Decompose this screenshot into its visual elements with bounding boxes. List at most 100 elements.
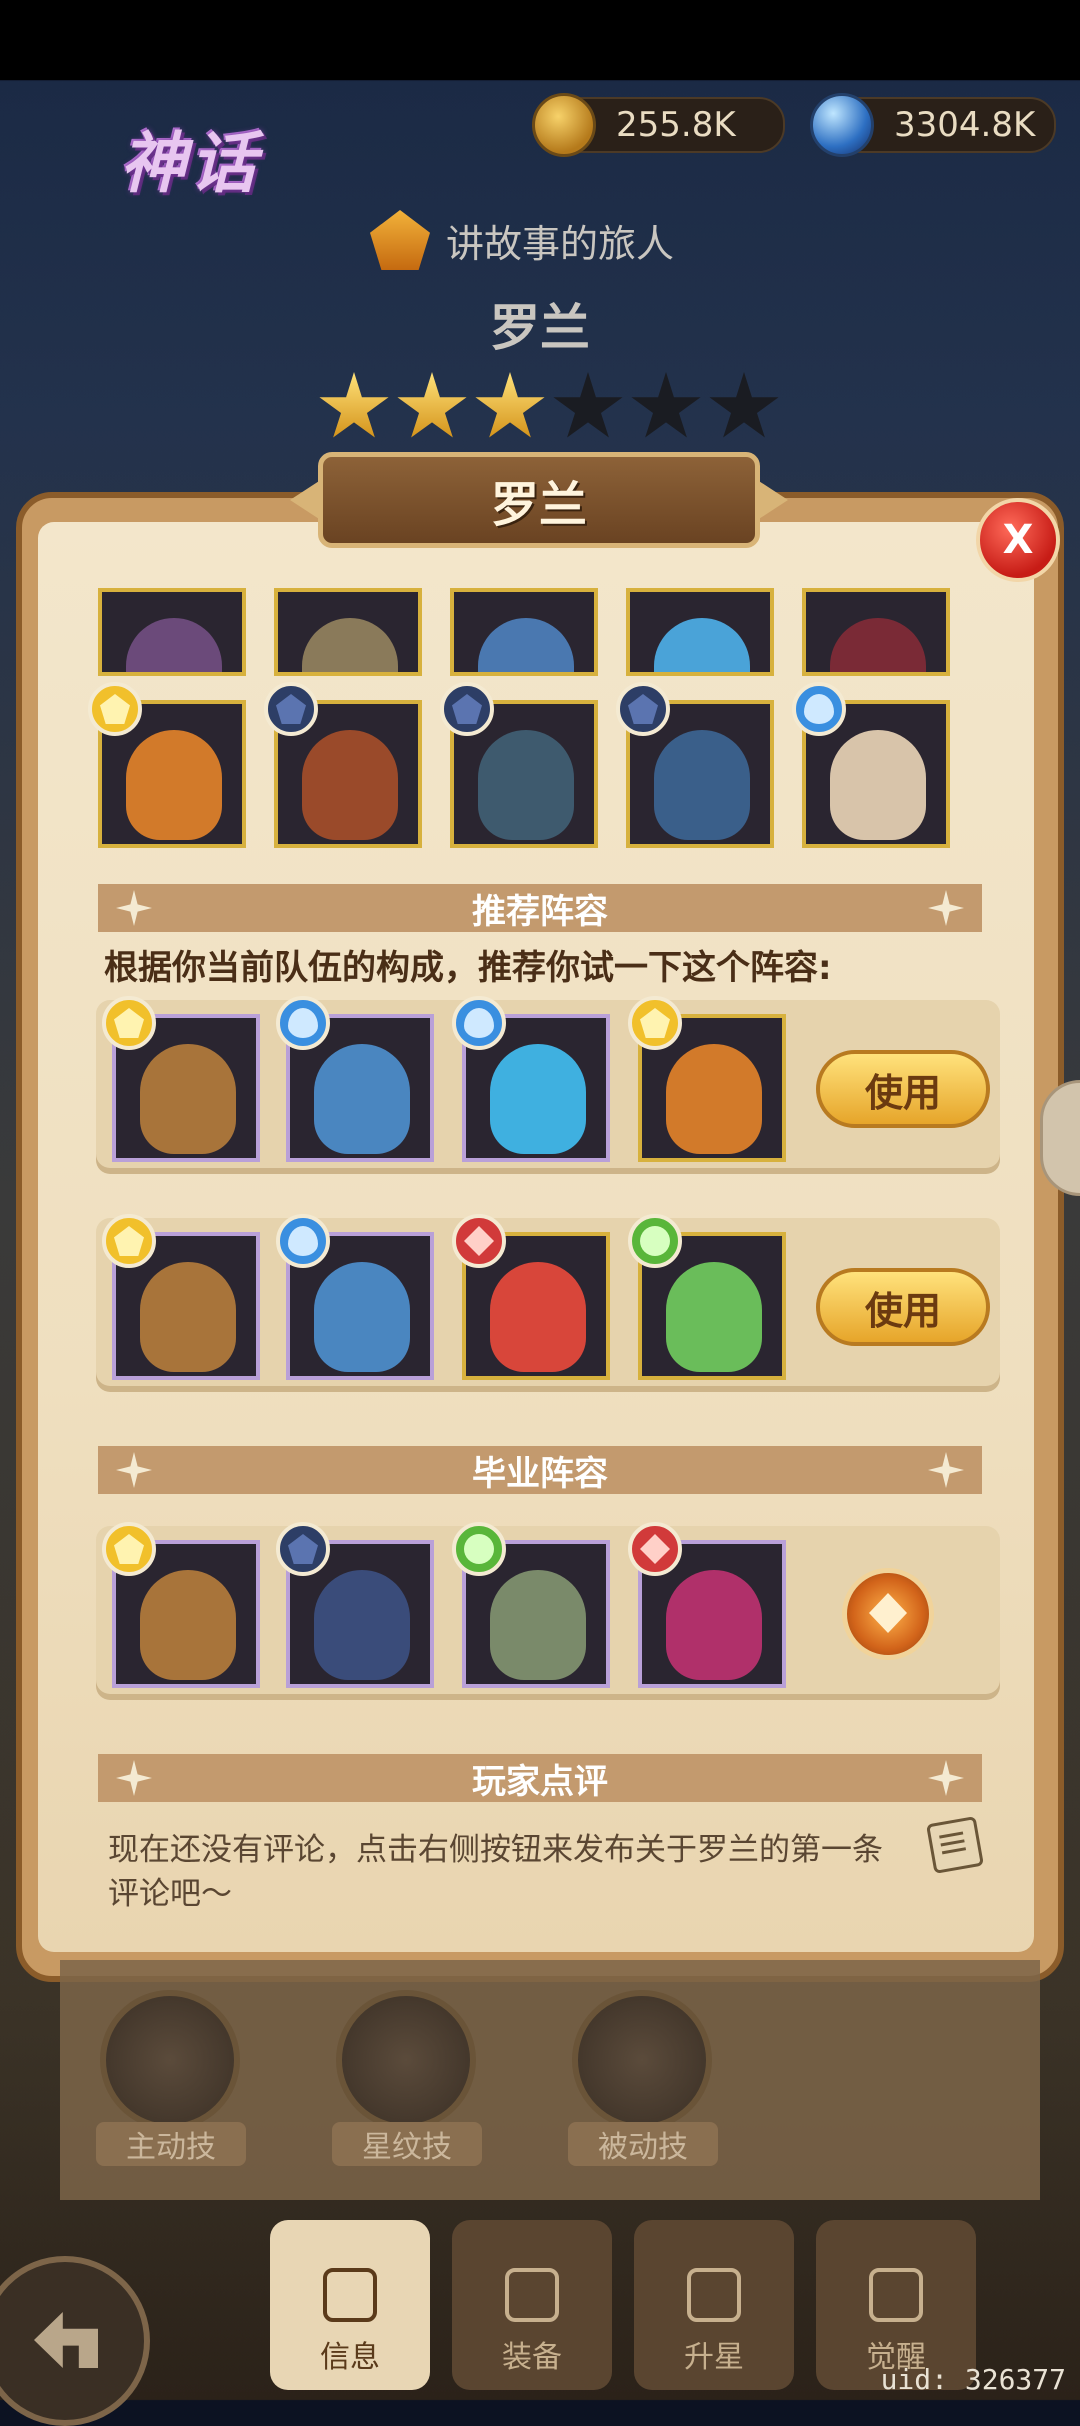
tab-equipment-label: 装备 (502, 2340, 562, 2375)
light-element-icon (102, 996, 156, 1050)
hero-name: 罗兰 (490, 299, 590, 357)
bottom-tabs: 信息 装备 升星 觉醒 (270, 2220, 976, 2390)
hero-class-label: 讲故事的旅人 (446, 221, 675, 266)
star-icon (475, 372, 545, 438)
reviews-empty-text: 现在还没有评论，点击右侧按钮来发布关于罗兰的第一条评论吧～ (108, 1832, 883, 1912)
back-button[interactable] (0, 2256, 150, 2426)
hero-face (830, 618, 926, 672)
fleur-icon (928, 1760, 964, 1796)
hero-face (666, 1262, 762, 1372)
star-skill-icon[interactable] (336, 1990, 476, 2130)
equipment-icon (505, 2268, 559, 2322)
hero-face (302, 618, 398, 672)
mana-orb-icon (810, 93, 874, 157)
tab-info[interactable]: 信息 (270, 2220, 430, 2390)
emblem-button[interactable] (842, 1568, 934, 1660)
use-team-1-button[interactable]: 使用 (816, 1050, 990, 1128)
info-icon (323, 2268, 377, 2322)
recommended-description: 根据你当前队伍的构成，推荐你试一下这个阵容: (104, 948, 832, 988)
fire-element-icon (628, 1522, 682, 1576)
water-element-icon (792, 682, 846, 736)
star-skill-label: 星纹技 (332, 2122, 482, 2166)
hero-face (478, 730, 574, 840)
light-element-icon (102, 1214, 156, 1268)
mana-currency[interactable]: 3304.8K (810, 93, 1056, 157)
hero-face (654, 730, 750, 840)
hero-face (302, 730, 398, 840)
hero-portrait[interactable] (450, 588, 598, 676)
fleur-icon (116, 1760, 152, 1796)
passive-skill-label: 被动技 (568, 2122, 718, 2166)
fleur-icon (928, 1452, 964, 1488)
mana-amount: 3304.8K (894, 105, 1036, 145)
light-element-icon (102, 1522, 156, 1576)
fleur-icon (928, 890, 964, 926)
use-team-2-button[interactable]: 使用 (816, 1268, 990, 1346)
water-element-icon (452, 996, 506, 1050)
nature-element-icon (628, 1214, 682, 1268)
dark-element-icon (440, 682, 494, 736)
star-icon (709, 372, 779, 438)
hero-face (126, 730, 222, 840)
dark-element-icon (616, 682, 670, 736)
star-icon (553, 372, 623, 438)
hero-face (666, 1570, 762, 1680)
dark-element-icon (264, 682, 318, 736)
gold-currency[interactable]: 255.8K (532, 93, 785, 157)
back-arrow-icon (34, 2312, 98, 2368)
hero-face (140, 1044, 236, 1154)
hero-class: 讲故事的旅人 (370, 210, 674, 270)
tab-star-up-label: 升星 (684, 2340, 744, 2375)
passive-skill-icon[interactable] (572, 1990, 712, 2130)
hero-portrait[interactable] (802, 588, 950, 676)
star-icon (397, 372, 467, 438)
fleur-icon (116, 890, 152, 926)
star-up-icon (687, 2268, 741, 2322)
game-mode-logo: 神话 (120, 125, 260, 202)
side-drawer-handle[interactable] (1040, 1080, 1080, 1196)
nature-element-icon (452, 1522, 506, 1576)
gold-coin-icon (532, 93, 596, 157)
hero-face (314, 1570, 410, 1680)
dark-element-icon (276, 1522, 330, 1576)
fleur-icon (116, 1452, 152, 1488)
hero-face (830, 730, 926, 840)
star-icon (319, 372, 389, 438)
hero-face (490, 1262, 586, 1372)
reviews-title: 玩家点评 (472, 1761, 608, 1802)
user-id: uid: 326377 (880, 2363, 1066, 2396)
water-element-icon (276, 1214, 330, 1268)
hero-portrait[interactable] (274, 588, 422, 676)
status-bar (0, 0, 1080, 80)
hero-face (314, 1262, 410, 1372)
tab-info-label: 信息 (320, 2340, 380, 2375)
dialog-title: 罗兰 (318, 452, 760, 548)
light-element-icon (628, 996, 682, 1050)
graduation-title: 毕业阵容 (472, 1453, 608, 1494)
hero-face (666, 1044, 762, 1154)
close-button[interactable]: X (976, 498, 1060, 582)
hero-face (478, 618, 574, 672)
hero-portrait[interactable] (626, 588, 774, 676)
hero-face (140, 1262, 236, 1372)
gold-amount: 255.8K (616, 105, 736, 145)
tab-star-up[interactable]: 升星 (634, 2220, 794, 2390)
hero-face (490, 1570, 586, 1680)
hero-face (140, 1570, 236, 1680)
water-element-icon (276, 996, 330, 1050)
hero-face (654, 618, 750, 672)
light-element-icon (88, 682, 142, 736)
active-skill-label: 主动技 (96, 2122, 246, 2166)
recommended-section-header: 推荐阵容 (98, 884, 982, 932)
hero-portrait[interactable] (98, 588, 246, 676)
fire-element-icon (452, 1214, 506, 1268)
write-review-icon[interactable] (926, 1816, 984, 1874)
reviews-section-header: 玩家点评 (98, 1754, 982, 1802)
star-rating (318, 372, 780, 444)
active-skill-icon[interactable] (100, 1990, 240, 2130)
hero-face (314, 1044, 410, 1154)
tab-equipment[interactable]: 装备 (452, 2220, 612, 2390)
graduation-section-header: 毕业阵容 (98, 1446, 982, 1494)
hero-face (490, 1044, 586, 1154)
emblem-icon (869, 1593, 907, 1633)
